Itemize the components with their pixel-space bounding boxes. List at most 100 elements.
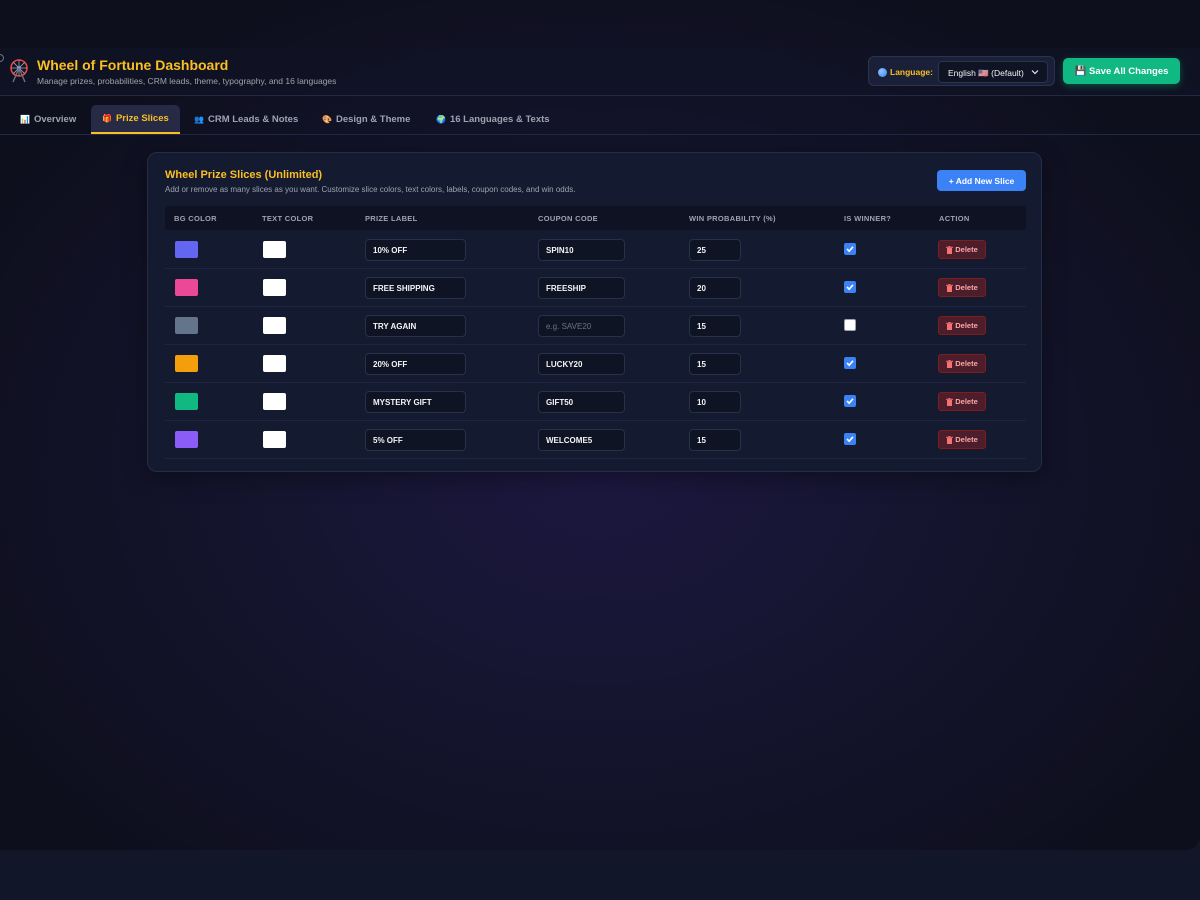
palette-icon: 🎨 [322,115,332,124]
tab-prize-slices[interactable]: 🎁 Prize Slices [91,105,180,134]
is-winner-checkbox[interactable] [844,319,856,331]
check-icon [846,246,854,253]
prize-label-input[interactable]: FREE SHIPPING [365,277,466,299]
prize-label-input[interactable]: 20% OFF [365,353,466,375]
text-color-swatch[interactable] [263,393,286,410]
prize-label-input[interactable]: MYSTERY GIFT [365,391,466,413]
language-switcher: Language: English 🇺🇸 (Default) [868,56,1055,86]
delete-button[interactable]: Delete [938,316,986,335]
table-row: TRY AGAIN e.g. SAVE20 15 Delete [165,307,1026,345]
win-probability-input[interactable]: 15 [689,353,741,375]
tab-design-theme[interactable]: 🎨 Design & Theme [322,105,410,134]
app-window: Wheel of Fortune Dashboard Manage prizes… [0,0,1200,850]
bg-color-swatch[interactable] [175,241,198,258]
bg-color-swatch[interactable] [175,393,198,410]
save-all-button[interactable]: 💾 Save All Changes [1063,58,1180,84]
tab-label: Prize Slices [115,113,169,124]
text-color-swatch[interactable] [263,317,286,334]
tab-crm-leads[interactable]: 👥 CRM Leads & Notes [194,105,298,134]
check-icon [846,284,854,291]
win-probability-input[interactable]: 15 [689,315,741,337]
trash-icon [946,321,954,330]
table-row: 20% OFF LUCKY20 15 Delete [165,345,1026,383]
is-winner-checkbox[interactable] [844,357,856,369]
coupon-code-input[interactable]: SPIN10 [538,239,625,261]
tab-bar: 📊 Overview 🎁 Prize Slices 👥 CRM Leads & … [0,97,1200,135]
language-label-group: Language: [878,67,933,77]
tab-label: Design & Theme [335,114,411,125]
tab-label: 16 Languages & Texts [449,114,550,125]
column-header-prize-label: PRIZE LABEL [365,214,418,223]
coupon-code-input[interactable]: WELCOME5 [538,429,625,451]
table-row: 5% OFF WELCOME5 15 Delete [165,421,1026,459]
chevron-down-icon [1031,70,1039,75]
column-header-win-probability: WIN PROBABILITY (%) [689,214,776,223]
tab-languages[interactable]: 🌍 16 Languages & Texts [436,105,550,134]
delete-button[interactable]: Delete [938,354,986,373]
check-icon [846,360,854,367]
edge-handle [0,54,4,62]
coupon-code-input[interactable]: LUCKY20 [538,353,625,375]
check-icon [846,398,854,405]
delete-button[interactable]: Delete [938,240,986,259]
delete-label: Delete [955,359,978,368]
page-title: Wheel of Fortune Dashboard [37,57,229,73]
text-color-swatch[interactable] [263,279,286,296]
delete-label: Delete [955,245,978,254]
delete-button[interactable]: Delete [938,278,986,297]
tab-overview[interactable]: 📊 Overview [20,105,76,134]
win-probability-input[interactable]: 20 [689,277,741,299]
table-row: FREE SHIPPING FREESHIP 20 Delete [165,269,1026,307]
coupon-code-input[interactable]: e.g. SAVE20 [538,315,625,337]
globe-icon [878,67,887,77]
coupon-code-input[interactable]: GIFT50 [538,391,625,413]
delete-button[interactable]: Delete [938,392,986,411]
table-row: 10% OFF SPIN10 25 Delete [165,231,1026,269]
prize-label-input[interactable]: 5% OFF [365,429,466,451]
add-slice-button[interactable]: + Add New Slice [937,170,1026,191]
column-header-coupon-code: COUPON CODE [538,214,598,223]
delete-label: Delete [955,435,978,444]
trash-icon [946,397,954,406]
win-probability-input[interactable]: 15 [689,429,741,451]
top-header: Wheel of Fortune Dashboard Manage prizes… [0,48,1200,96]
bg-color-swatch[interactable] [175,279,198,296]
is-winner-checkbox[interactable] [844,395,856,407]
coupon-code-input[interactable]: FREESHIP [538,277,625,299]
prize-label-input[interactable]: 10% OFF [365,239,466,261]
trash-icon [946,435,954,444]
is-winner-checkbox[interactable] [844,243,856,255]
users-icon: 👥 [194,115,204,124]
ferris-wheel-icon [10,59,28,83]
trash-icon [946,245,954,254]
table-header: BG COLOR TEXT COLOR PRIZE LABEL COUPON C… [165,206,1026,230]
language-label: Language: [890,67,933,77]
delete-label: Delete [955,283,978,292]
delete-button[interactable]: Delete [938,430,986,449]
prize-label-input[interactable]: TRY AGAIN [365,315,466,337]
column-header-is-winner: IS WINNER? [844,214,892,223]
is-winner-checkbox[interactable] [844,433,856,445]
is-winner-checkbox[interactable] [844,281,856,293]
bg-color-swatch[interactable] [175,355,198,372]
bg-color-swatch[interactable] [175,317,198,334]
text-color-swatch[interactable] [263,355,286,372]
language-select-value: English 🇺🇸 (Default) [948,68,1024,78]
language-select[interactable]: English 🇺🇸 (Default) [938,61,1048,83]
chart-icon: 📊 [20,115,30,124]
bg-color-swatch[interactable] [175,431,198,448]
delete-label: Delete [955,397,978,406]
save-all-label: 💾 Save All Changes [1074,65,1169,77]
win-probability-input[interactable]: 25 [689,239,741,261]
trash-icon [946,283,954,292]
tab-label: Overview [33,114,77,125]
prize-slices-card: Wheel Prize Slices (Unlimited) Add or re… [147,152,1042,472]
section-title: Wheel Prize Slices (Unlimited) [165,169,323,181]
win-probability-input[interactable]: 10 [689,391,741,413]
text-color-swatch[interactable] [263,241,286,258]
column-header-bg-color: BG COLOR [174,214,217,223]
gift-icon: 🎁 [102,114,112,123]
add-slice-label: + Add New Slice [948,175,1015,186]
column-header-action: ACTION [939,214,970,223]
text-color-swatch[interactable] [263,431,286,448]
